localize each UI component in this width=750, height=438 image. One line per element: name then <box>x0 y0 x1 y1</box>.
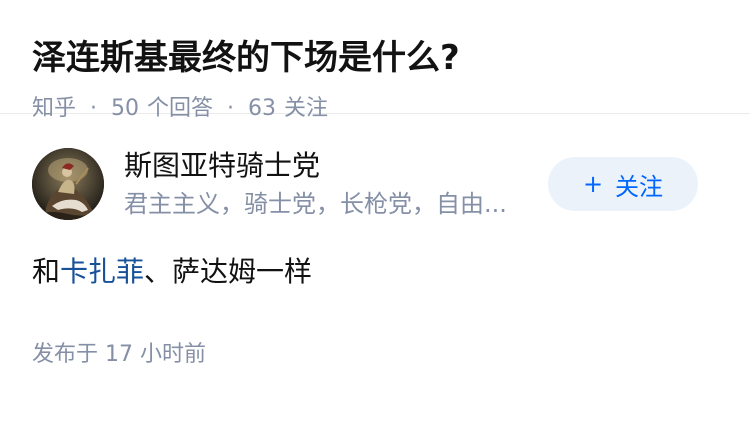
plus-icon: + <box>582 170 604 198</box>
author-row: 斯图亚特骑士党 君主主义，骑士党，长枪党，自由... + 关注 <box>32 148 718 248</box>
author-name[interactable]: 斯图亚特骑士党 <box>124 148 536 184</box>
answer-text-suffix: 、萨达姆一样 <box>144 255 313 288</box>
follow-button-label: 关注 <box>615 172 664 201</box>
answer-content[interactable]: 和卡扎菲、萨达姆一样 <box>32 252 718 292</box>
meta-separator: · <box>90 96 98 121</box>
answer-card: 斯图亚特骑士党 君主主义，骑士党，长枪党，自由... + 关注 和卡扎菲、萨达姆… <box>0 148 750 370</box>
avatar[interactable] <box>32 148 104 220</box>
keyword-link[interactable]: 卡扎菲 <box>60 255 144 288</box>
source-label[interactable]: 知乎 <box>32 94 76 124</box>
question-meta: 知乎 · 50 个回答 · 63 关注 <box>32 94 718 124</box>
answer-text-prefix: 和 <box>32 255 61 288</box>
follow-button[interactable]: + 关注 <box>548 157 698 211</box>
author-bio: 君主主义，骑士党，长枪党，自由... <box>124 190 507 218</box>
author-info: 斯图亚特骑士党 君主主义，骑士党，长枪党，自由... <box>124 148 536 220</box>
answers-label: 个回答 <box>147 96 214 121</box>
followers-count: 63 <box>248 96 277 121</box>
question-header: 泽连斯基最终的下场是什么? 知乎 · 50 个回答 · 63 关注 <box>0 0 750 121</box>
answer-time: 发布于 17 小时前 <box>32 340 718 370</box>
time-label: 发布于 <box>32 342 99 367</box>
followers-label: 关注 <box>284 96 329 121</box>
time-value: 17 小时前 <box>105 342 207 367</box>
answers-count: 50 <box>111 96 140 121</box>
question-title[interactable]: 泽连斯基最终的下场是什么? <box>32 36 718 80</box>
knight-portrait-icon <box>32 148 104 220</box>
meta-separator: · <box>227 96 235 121</box>
